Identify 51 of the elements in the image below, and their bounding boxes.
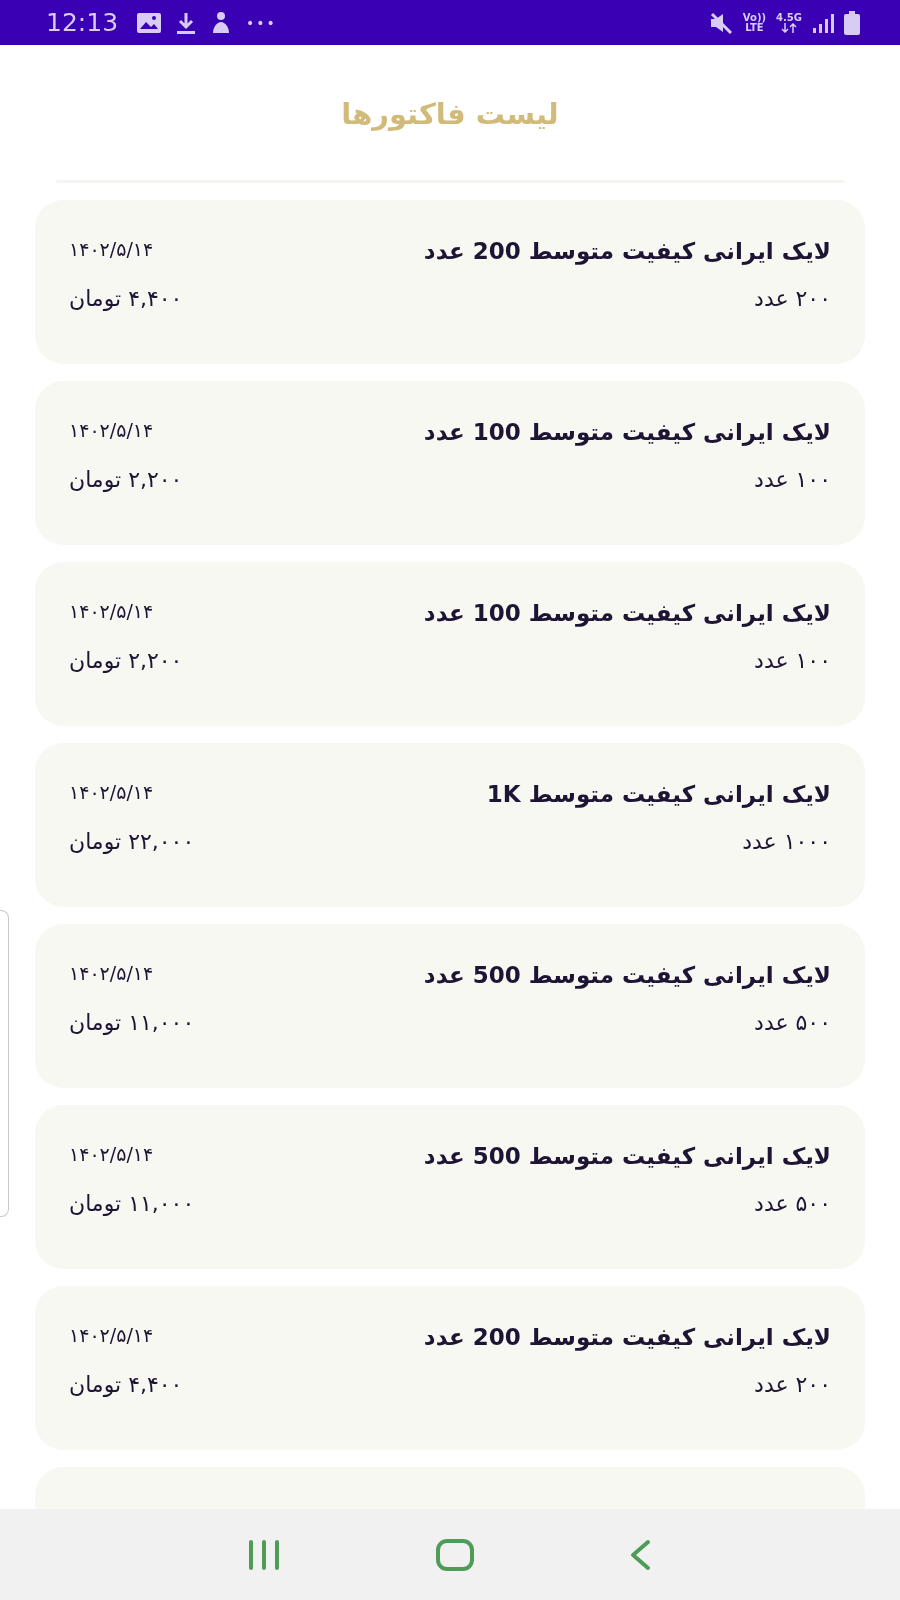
image-icon (136, 11, 163, 34)
invoice-date: ۱۴۰۲/۵/۱۴ (69, 600, 155, 624)
invoice-title: لایک ایرانی کیفیت متوسط 100 عدد (422, 600, 831, 626)
volte-label: Vo)) (742, 12, 767, 23)
mute-icon (708, 11, 733, 34)
invoice-card[interactable]: لایک ایرانی کیفیت متوسط 500 عدد ۱۴۰۲/۵/۱۴ ۵۰۰ عدد ۱۱,۰۰۰ تومان (35, 1105, 865, 1269)
invoice-price: ۱۱,۰۰۰ تومان (69, 1010, 195, 1035)
invoice-date: ۱۴۰۲/۵/۱۴ (69, 1143, 155, 1167)
invoice-card[interactable]: لایک ایرانی کیفیت متوسط 200 عدد ۱۴۰۲/۵/۱۴ ۲۰۰ عدد ۴,۴۰۰ تومان (35, 1286, 865, 1450)
more-notifications: ••• (246, 14, 277, 31)
recent-apps-button[interactable] (247, 1538, 282, 1571)
edge-panel-handle[interactable] (0, 910, 9, 1217)
invoice-price: ۲,۲۰۰ تومان (69, 467, 183, 492)
page-title: لیست فاکتورها (340, 96, 560, 130)
invoice-date: ۱۴۰۲/۵/۱۴ (69, 238, 155, 262)
invoice-quantity: ۱۰۰ عدد (753, 467, 831, 492)
invoice-quantity: ۲۰۰ عدد (753, 286, 831, 311)
invoice-quantity: ۲۰۰ عدد (753, 1372, 831, 1397)
data-arrows-icon (781, 22, 798, 33)
invoice-date: ۱۴۰۲/۵/۱۴ (69, 962, 155, 986)
invoice-title: لایک ایرانی کیفیت متوسط 500 عدد (422, 1143, 831, 1169)
invoice-price: ۱۱,۰۰۰ تومان (69, 1191, 195, 1216)
status-time: 12:13 (46, 8, 119, 37)
invoice-card[interactable]: لایک ایرانی کیفیت متوسط 1K ۱۴۰۲/۵/۱۴ ۱۰۰۰ عدد ۲۲,۰۰۰ تومان (35, 743, 865, 907)
invoice-price: ۲,۲۰۰ تومان (69, 648, 183, 673)
download-icon (176, 10, 197, 35)
invoice-price: ۴,۴۰۰ تومان (69, 286, 183, 311)
invoice-quantity: ۱۰۰۰ عدد (741, 829, 831, 854)
battery-icon (844, 10, 860, 35)
invoice-title: لایک ایرانی کیفیت متوسط 200 عدد (422, 238, 831, 264)
invoice-title: لایک ایرانی کیفیت متوسط 1K (485, 781, 831, 807)
signal-icon (812, 11, 834, 34)
invoice-date: ۱۴۰۲/۵/۱۴ (69, 1324, 155, 1348)
invoice-price: ۴,۴۰۰ تومان (69, 1372, 183, 1397)
invoice-card[interactable]: لایک ایرانی کیفیت متوسط 200 عدد ۱۴۰۲/۵/۱۴ ۲۰۰ عدد ۴,۴۰۰ تومان (35, 200, 865, 364)
invoice-quantity: ۵۰۰ عدد (753, 1010, 831, 1035)
invoice-card[interactable]: لایک ایرانی کیفیت متوسط 100 عدد ۱۴۰۲/۵/۱۴ ۱۰۰ عدد ۲,۲۰۰ تومان (35, 381, 865, 545)
invoice-date: ۱۴۰۲/۵/۱۴ (69, 781, 155, 805)
invoice-card[interactable]: لایک ایرانی کیفیت متوسط 100 عدد ۱۴۰۲/۵/۱۴ ۱۰۰ عدد ۲,۲۰۰ تومان (35, 562, 865, 726)
invoice-date: ۱۴۰۲/۵/۱۴ (69, 419, 155, 443)
network-label: 4.5G (776, 12, 802, 23)
home-button[interactable] (436, 1538, 474, 1571)
invoice-card[interactable]: لایک ایرانی کیفیت متوسط 500 عدد ۱۴۰۲/۵/۱۴ ۵۰۰ عدد ۱۱,۰۰۰ تومان (35, 924, 865, 1088)
invoice-title: لایک ایرانی کیفیت متوسط 100 عدد (422, 419, 831, 445)
back-button[interactable] (628, 1538, 653, 1571)
invoice-quantity: ۱۰۰ عدد (753, 648, 831, 673)
invoice-quantity: ۵۰۰ عدد (753, 1191, 831, 1216)
invoice-title: لایک ایرانی کیفیت متوسط 200 عدد (422, 1324, 831, 1350)
invoice-title: لایک ایرانی کیفیت متوسط 500 عدد (422, 962, 831, 988)
lte-label: LTE (745, 22, 764, 33)
invoice-price: ۲۲,۰۰۰ تومان (69, 829, 195, 854)
